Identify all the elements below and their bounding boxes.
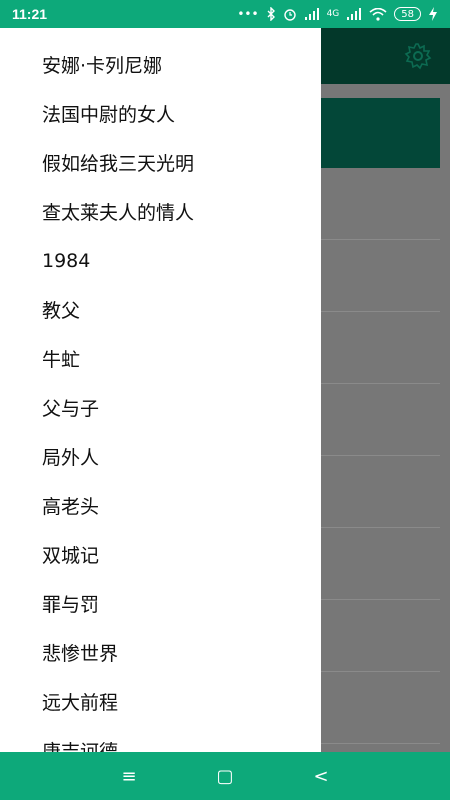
alarm-icon — [283, 7, 297, 21]
back-icon[interactable]: < — [273, 752, 369, 800]
drawer-item-les-miserables[interactable]: 悲惨世界 — [0, 628, 321, 677]
signal-icon-2 — [346, 8, 362, 20]
drawer-item-godfather[interactable]: 教父 — [0, 285, 321, 334]
charging-icon — [428, 7, 438, 21]
bluetooth-icon — [266, 7, 276, 21]
drawer-item-gadfly[interactable]: 牛虻 — [0, 334, 321, 383]
navigation-drawer: 安娜·卡列尼娜 法国中尉的女人 假如给我三天光明 查太莱夫人的情人 1984 教… — [0, 28, 321, 752]
gear-icon[interactable] — [404, 42, 432, 70]
home-icon[interactable]: ▢ — [177, 752, 273, 800]
drawer-item-fathers-and-sons[interactable]: 父与子 — [0, 383, 321, 432]
menu-icon[interactable]: ≡ — [81, 752, 177, 800]
drawer-item-pere-goriot[interactable]: 高老头 — [0, 481, 321, 530]
drawer-item-lady-chatterleys-lover[interactable]: 查太莱夫人的情人 — [0, 187, 321, 236]
drawer-item-crime-and-punishment[interactable]: 罪与罚 — [0, 579, 321, 628]
status-icons: ••• 4G 58 — [237, 7, 438, 21]
drawer-item-french-lieutenants-woman[interactable]: 法国中尉的女人 — [0, 89, 321, 138]
wifi-icon — [369, 7, 387, 21]
drawer-item-1984[interactable]: 1984 — [0, 236, 321, 285]
drawer-list: 安娜·卡列尼娜 法国中尉的女人 假如给我三天光明 查太莱夫人的情人 1984 教… — [0, 28, 321, 752]
drawer-item-anna-karenina[interactable]: 安娜·卡列尼娜 — [0, 40, 321, 89]
system-nav-bar: ≡ ▢ < — [0, 752, 450, 800]
drawer-item-great-expectations[interactable]: 远大前程 — [0, 677, 321, 726]
signal-icon — [304, 8, 320, 20]
more-dots-icon: ••• — [237, 7, 259, 21]
battery-icon: 58 — [394, 7, 421, 21]
network-type-label: 4G — [326, 9, 340, 19]
drawer-item-three-days-to-see[interactable]: 假如给我三天光明 — [0, 138, 321, 187]
drawer-item-don-quixote[interactable]: 唐吉诃德 — [0, 726, 321, 752]
status-bar: 11:21 ••• 4G 58 — [0, 0, 450, 28]
status-time: 11:21 — [12, 6, 48, 22]
drawer-item-tale-of-two-cities[interactable]: 双城记 — [0, 530, 321, 579]
drawer-item-the-stranger[interactable]: 局外人 — [0, 432, 321, 481]
